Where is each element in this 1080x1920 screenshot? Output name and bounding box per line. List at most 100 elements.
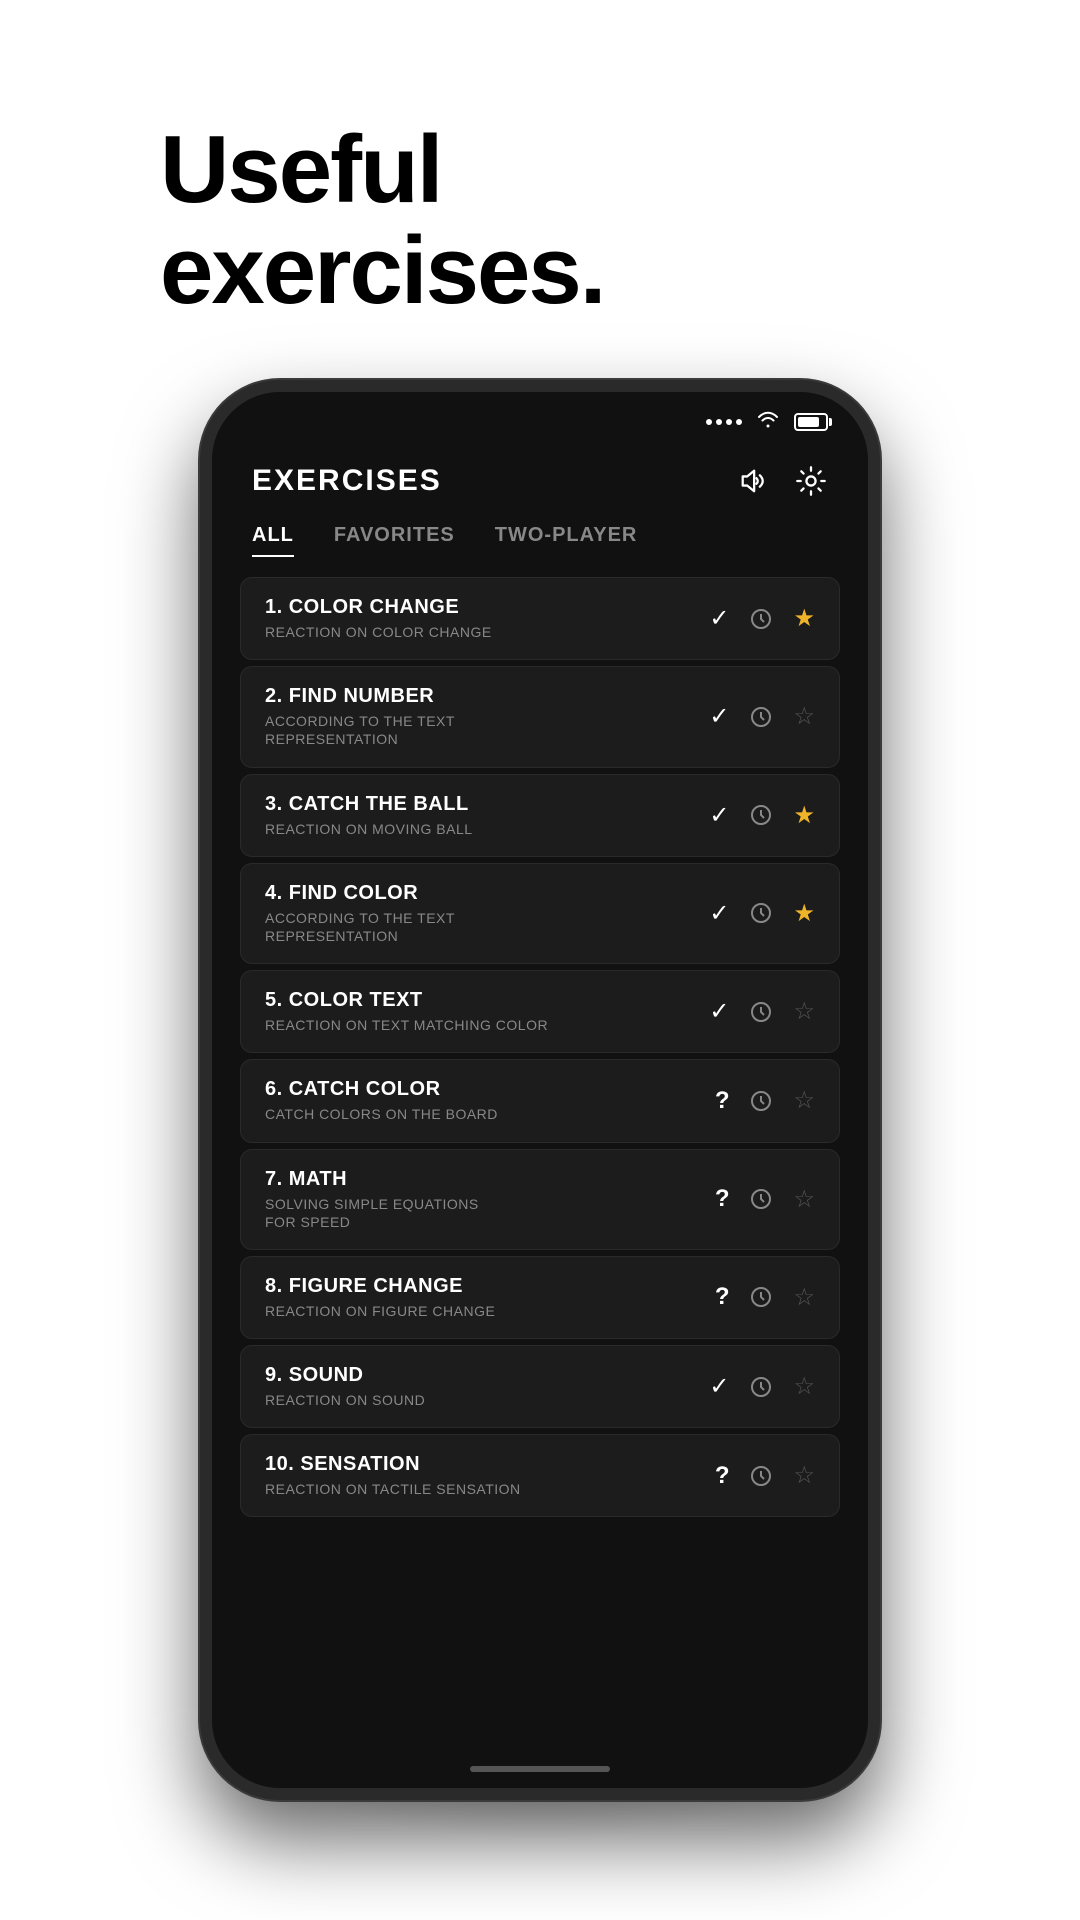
exercise-item-8[interactable]: 8. FIGURE CHANGE REACTION ON FIGURE CHAN… <box>240 1256 840 1339</box>
history-icon-10[interactable] <box>749 1464 773 1488</box>
battery-icon <box>794 413 828 431</box>
status-question-10: ? <box>715 1462 730 1490</box>
exercise-item-6[interactable]: 6. CATCH COLOR CATCH COLORS ON THE BOARD… <box>240 1059 840 1142</box>
history-icon-3[interactable] <box>749 803 773 827</box>
favorite-icon-5[interactable]: ☆ <box>793 997 815 1026</box>
exercise-subtitle-9: REACTION ON SOUND <box>265 1391 693 1409</box>
exercise-info-8: 8. FIGURE CHANGE REACTION ON FIGURE CHAN… <box>265 1275 699 1320</box>
exercise-title-6: 6. CATCH COLOR <box>265 1078 699 1101</box>
sound-button[interactable] <box>736 464 770 498</box>
exercise-info-6: 6. CATCH COLOR CATCH COLORS ON THE BOARD <box>265 1078 699 1123</box>
exercise-subtitle-2: ACCORDING TO THE TEXTREPRESENTATION <box>265 712 693 748</box>
exercise-actions-7: ? ☆ <box>715 1185 815 1214</box>
exercise-subtitle-4: ACCORDING TO THE TEXTREPRESENTATION <box>265 909 693 945</box>
tab-two-player[interactable]: TWO-PLAYER <box>495 524 638 557</box>
exercise-info-9: 9. SOUND REACTION ON SOUND <box>265 1364 693 1409</box>
exercise-title-9: 9. SOUND <box>265 1364 693 1387</box>
app-header: EXERCISES <box>212 444 868 508</box>
exercise-info-1: 1. COLOR CHANGE REACTION ON COLOR CHANGE <box>265 596 693 641</box>
history-icon-4[interactable] <box>749 901 773 925</box>
history-icon-2[interactable] <box>749 705 773 729</box>
phone-mockup: EXERCISES <box>200 380 880 1800</box>
exercise-item-7[interactable]: 7. MATH SOLVING SIMPLE EQUATIONSFOR SPEE… <box>240 1149 840 1250</box>
settings-button[interactable] <box>794 464 828 498</box>
status-check-2: ✓ <box>709 702 729 731</box>
exercise-actions-5: ✓ ☆ <box>709 997 815 1026</box>
phone-frame: EXERCISES <box>200 380 880 1800</box>
status-question-8: ? <box>715 1283 730 1311</box>
exercise-title-5: 5. COLOR TEXT <box>265 989 693 1012</box>
exercise-title-7: 7. MATH <box>265 1168 699 1191</box>
favorite-icon-1[interactable]: ★ <box>793 604 815 633</box>
history-icon-1[interactable] <box>749 607 773 631</box>
history-icon-7[interactable] <box>749 1187 773 1211</box>
home-indicator <box>470 1766 610 1772</box>
header-icons <box>736 464 828 498</box>
exercise-info-4: 4. FIND COLOR ACCORDING TO THE TEXTREPRE… <box>265 882 693 945</box>
exercise-subtitle-1: REACTION ON COLOR CHANGE <box>265 623 693 641</box>
exercise-subtitle-7: SOLVING SIMPLE EQUATIONSFOR SPEED <box>265 1195 699 1231</box>
favorite-icon-8[interactable]: ☆ <box>793 1283 815 1312</box>
signal-indicator <box>706 419 742 425</box>
wifi-icon <box>756 410 780 434</box>
favorite-icon-3[interactable]: ★ <box>793 801 815 830</box>
exercise-info-5: 5. COLOR TEXT REACTION ON TEXT MATCHING … <box>265 989 693 1034</box>
exercise-actions-10: ? ☆ <box>715 1461 815 1490</box>
favorite-icon-9[interactable]: ☆ <box>793 1372 815 1401</box>
history-icon-6[interactable] <box>749 1089 773 1113</box>
exercise-item-3[interactable]: 3. CATCH THE BALL REACTION ON MOVING BAL… <box>240 774 840 857</box>
exercise-title-4: 4. FIND COLOR <box>265 882 693 905</box>
exercise-item-9[interactable]: 9. SOUND REACTION ON SOUND ✓ ☆ <box>240 1345 840 1428</box>
status-check-3: ✓ <box>709 801 729 830</box>
exercise-title-2: 2. FIND NUMBER <box>265 685 693 708</box>
exercise-item-1[interactable]: 1. COLOR CHANGE REACTION ON COLOR CHANGE… <box>240 577 840 660</box>
hero-line1: Useful <box>160 120 604 221</box>
hero-heading: Useful exercises. <box>160 120 604 322</box>
status-bar <box>212 392 868 444</box>
exercise-actions-4: ✓ ★ <box>709 899 815 928</box>
status-check-4: ✓ <box>709 899 729 928</box>
exercise-title-8: 8. FIGURE CHANGE <box>265 1275 699 1298</box>
exercise-actions-1: ✓ ★ <box>709 604 815 633</box>
exercise-actions-6: ? ☆ <box>715 1086 815 1115</box>
app-title: EXERCISES <box>252 464 442 498</box>
favorite-icon-7[interactable]: ☆ <box>793 1185 815 1214</box>
exercise-subtitle-10: REACTION ON TACTILE SENSATION <box>265 1480 699 1498</box>
history-icon-9[interactable] <box>749 1375 773 1399</box>
exercise-item-5[interactable]: 5. COLOR TEXT REACTION ON TEXT MATCHING … <box>240 970 840 1053</box>
hero-line2: exercises. <box>160 221 604 322</box>
favorite-icon-10[interactable]: ☆ <box>793 1461 815 1490</box>
history-icon-8[interactable] <box>749 1285 773 1309</box>
tab-favorites[interactable]: FAVORITES <box>334 524 455 557</box>
status-check-5: ✓ <box>709 997 729 1026</box>
history-icon-5[interactable] <box>749 1000 773 1024</box>
exercise-subtitle-3: REACTION ON MOVING BALL <box>265 820 693 838</box>
phone-screen: EXERCISES <box>212 392 868 1788</box>
status-question-6: ? <box>715 1087 730 1115</box>
tab-all[interactable]: ALL <box>252 524 294 557</box>
exercise-item-4[interactable]: 4. FIND COLOR ACCORDING TO THE TEXTREPRE… <box>240 863 840 964</box>
exercise-actions-3: ✓ ★ <box>709 801 815 830</box>
exercise-info-10: 10. SENSATION REACTION ON TACTILE SENSAT… <box>265 1453 699 1498</box>
exercise-item-10[interactable]: 10. SENSATION REACTION ON TACTILE SENSAT… <box>240 1434 840 1517</box>
favorite-icon-4[interactable]: ★ <box>793 899 815 928</box>
exercise-list: 1. COLOR CHANGE REACTION ON COLOR CHANGE… <box>212 557 868 1758</box>
favorite-icon-6[interactable]: ☆ <box>793 1086 815 1115</box>
status-question-7: ? <box>715 1185 730 1213</box>
exercise-info-7: 7. MATH SOLVING SIMPLE EQUATIONSFOR SPEE… <box>265 1168 699 1231</box>
exercise-subtitle-5: REACTION ON TEXT MATCHING COLOR <box>265 1016 693 1034</box>
status-check-1: ✓ <box>709 604 729 633</box>
exercise-item-2[interactable]: 2. FIND NUMBER ACCORDING TO THE TEXTREPR… <box>240 666 840 767</box>
exercise-actions-2: ✓ ☆ <box>709 702 815 731</box>
exercise-title-10: 10. SENSATION <box>265 1453 699 1476</box>
exercise-title-1: 1. COLOR CHANGE <box>265 596 693 619</box>
favorite-icon-2[interactable]: ☆ <box>793 702 815 731</box>
exercise-info-2: 2. FIND NUMBER ACCORDING TO THE TEXTREPR… <box>265 685 693 748</box>
tab-bar: ALL FAVORITES TWO-PLAYER <box>212 508 868 557</box>
exercise-title-3: 3. CATCH THE BALL <box>265 793 693 816</box>
exercise-actions-8: ? ☆ <box>715 1283 815 1312</box>
exercise-subtitle-6: CATCH COLORS ON THE BOARD <box>265 1105 699 1123</box>
exercise-subtitle-8: REACTION ON FIGURE CHANGE <box>265 1302 699 1320</box>
exercise-actions-9: ✓ ☆ <box>709 1372 815 1401</box>
status-check-9: ✓ <box>709 1372 729 1401</box>
